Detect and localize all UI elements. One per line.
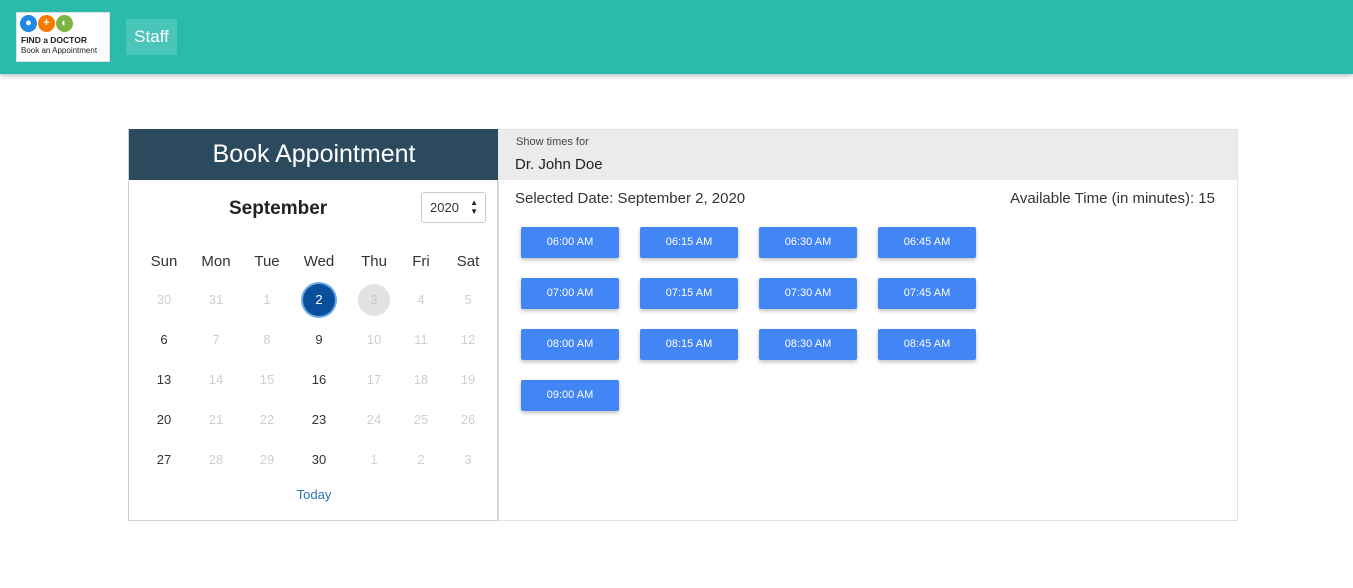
calendar-day[interactable]: 14 [200,364,232,396]
search-icon: ● [20,15,37,32]
today-link[interactable]: Today [129,487,499,502]
calendar-day[interactable]: 27 [148,444,180,476]
calendar-day[interactable]: 17 [358,364,390,396]
site-logo[interactable]: ● + ◐ FIND a DOCTOR Book an Appointment [16,12,110,62]
calendar-day[interactable]: 24 [358,404,390,436]
year-value: 2020 [430,200,459,215]
calendar-day[interactable]: 21 [200,404,232,436]
weekday-header: Sat [456,253,480,270]
time-slot-button[interactable]: 06:30 AM [759,227,857,258]
appointment-card: Book Appointment September 2020 ▲ ▼ Sun Mo… [128,129,1238,521]
calendar-day[interactable]: 29 [251,444,283,476]
calendar-day[interactable]: 3 [358,284,390,316]
available-time: Available Time (in minutes): 15 [1010,190,1215,207]
calendar-day[interactable]: 15 [251,364,283,396]
calendar-day[interactable]: 30 [148,284,180,316]
calendar-day[interactable]: 26 [452,404,484,436]
weekday-header: Thu [361,253,387,270]
logo-subtitle: Book an Appointment [21,46,98,55]
calendar-day[interactable]: 11 [405,324,437,356]
logo-title: FIND a DOCTOR [21,35,87,45]
calendar-title: Book Appointment [129,129,499,180]
calendar-day[interactable]: 13 [148,364,180,396]
calendar-day[interactable]: 30 [303,444,335,476]
nav-staff-link[interactable]: Staff [126,19,177,55]
weekday-header: Sun [150,253,178,270]
calendar-day[interactable]: 4 [405,284,437,316]
calendar-day[interactable]: 31 [200,284,232,316]
calendar-day[interactable]: 25 [405,404,437,436]
calendar-day[interactable]: 2 [405,444,437,476]
calendar-day[interactable]: 1 [358,444,390,476]
calendar-day[interactable]: 19 [452,364,484,396]
calendar-day[interactable]: 3 [452,444,484,476]
doctor-select[interactable]: Show times for Dr. John Doe [499,130,1237,180]
calendar-day[interactable]: 7 [200,324,232,356]
time-slot-button[interactable]: 08:15 AM [640,329,738,360]
time-slot-button[interactable]: 06:45 AM [878,227,976,258]
calendar-day[interactable]: 18 [405,364,437,396]
time-slot-button[interactable]: 07:45 AM [878,278,976,309]
calendar-month: September [229,198,328,219]
calendar-day[interactable]: 12 [452,324,484,356]
schedule-panel: Show times for Dr. John Doe Selected Dat… [498,129,1238,521]
time-slot-button[interactable]: 06:15 AM [640,227,738,258]
time-slot-button[interactable]: 08:45 AM [878,329,976,360]
calendar-panel: Book Appointment September 2020 ▲ ▼ Sun Mo… [128,129,499,521]
weekday-header: Wed [303,253,335,270]
calendar-day[interactable]: 8 [251,324,283,356]
calendar-day[interactable]: 9 [303,324,335,356]
time-slot-button[interactable]: 06:00 AM [521,227,619,258]
calendar-day[interactable]: 23 [303,404,335,436]
calendar-day[interactable]: 5 [452,284,484,316]
time-slot-button[interactable]: 09:00 AM [521,380,619,411]
stepper-arrows-icon[interactable]: ▲ ▼ [470,198,478,216]
calendar-day[interactable]: 22 [251,404,283,436]
calendar-day[interactable]: 28 [200,444,232,476]
time-slot-button[interactable]: 07:30 AM [759,278,857,309]
calendar-day[interactable]: 20 [148,404,180,436]
calendar-day[interactable]: 16 [303,364,335,396]
time-slot-button[interactable]: 07:00 AM [521,278,619,309]
year-select[interactable]: 2020 ▲ ▼ [421,192,486,223]
top-navbar: ● + ◐ FIND a DOCTOR Book an Appointment … [0,0,1353,74]
calendar-day[interactable]: 2 [303,284,335,316]
weekday-header: Fri [412,253,430,270]
time-slot-button[interactable]: 08:00 AM [521,329,619,360]
calendar-day[interactable]: 10 [358,324,390,356]
selected-date: Selected Date: September 2, 2020 [515,190,746,207]
time-slot-button[interactable]: 07:15 AM [640,278,738,309]
show-times-label: Show times for [516,136,589,148]
clock-icon: ◐ [56,15,73,32]
plus-icon: + [38,15,55,32]
calendar-day[interactable]: 6 [148,324,180,356]
weekday-header: Mon [201,253,231,270]
doctor-name: Dr. John Doe [515,156,603,173]
weekday-header: Tue [254,253,280,270]
calendar-day[interactable]: 1 [251,284,283,316]
time-slot-button[interactable]: 08:30 AM [759,329,857,360]
